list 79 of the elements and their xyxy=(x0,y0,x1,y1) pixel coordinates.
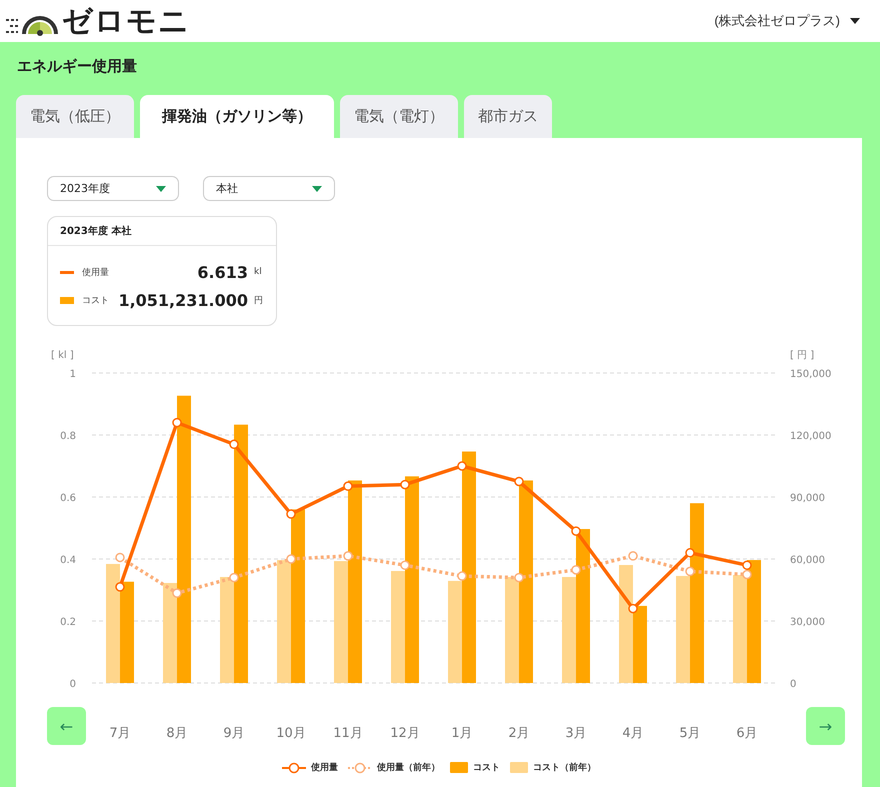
tick-label: 0.2 xyxy=(60,617,76,628)
legend-marker-icon xyxy=(348,762,372,774)
point xyxy=(742,560,752,570)
previous-button[interactable]: ← xyxy=(47,707,86,745)
company-dropdown[interactable]: (株式会社ゼロプラス) xyxy=(714,12,860,30)
month-label: 11月 xyxy=(333,726,363,741)
metric-value: 6.613 xyxy=(197,262,248,282)
legend-marker-icon xyxy=(282,762,306,774)
tick-label: 0.6 xyxy=(60,493,76,504)
tick-label: 0.4 xyxy=(60,555,76,566)
tick-label: 30,000 xyxy=(790,617,825,628)
point xyxy=(628,604,638,614)
unit-label: kl xyxy=(254,267,263,277)
point xyxy=(229,572,239,582)
logo-text: ゼロモニ xyxy=(62,2,190,40)
point xyxy=(172,588,182,598)
point xyxy=(286,554,296,564)
tick-label: 90,000 xyxy=(790,493,825,504)
legend-label: コスト（前年） xyxy=(533,762,596,774)
tick-label: 0.8 xyxy=(60,431,76,442)
tick-label: 0 xyxy=(790,679,796,690)
dropdown[interactable]: 2023年度 xyxy=(47,176,179,201)
point xyxy=(400,560,410,570)
point xyxy=(514,572,524,582)
axis-label: [ 円 ] xyxy=(790,350,814,361)
point xyxy=(457,461,467,471)
point xyxy=(229,440,239,450)
caret-icon xyxy=(312,186,322,192)
unit-label: 円 xyxy=(254,294,264,306)
month-label: 10月 xyxy=(276,726,306,741)
point xyxy=(571,526,581,536)
legend-label: 使用量 xyxy=(311,762,338,774)
tab[interactable]: 都市ガス xyxy=(464,95,552,138)
dropdown[interactable]: 本社 xyxy=(203,176,335,201)
legend-swatch xyxy=(510,762,528,773)
point xyxy=(115,582,125,592)
point xyxy=(172,418,182,428)
tick-label: 0 xyxy=(70,679,76,690)
page-title: エネルギー使用量 xyxy=(16,56,138,77)
axis-label: [ kl ] xyxy=(51,350,74,361)
tab[interactable]: 電気（電灯） xyxy=(340,95,458,138)
point xyxy=(400,480,410,490)
caret-icon xyxy=(156,186,166,192)
tab[interactable]: 電気（低圧） xyxy=(16,95,134,138)
tick-label: 150,000 xyxy=(790,369,832,380)
card-title: 2023年度 本社 xyxy=(48,217,276,246)
point xyxy=(286,509,296,519)
point xyxy=(343,481,353,491)
month-label: 9月 xyxy=(223,726,245,741)
month-label: 8月 xyxy=(166,726,188,741)
legend-swatch xyxy=(450,762,468,773)
legend-label: コスト xyxy=(473,762,500,774)
point xyxy=(115,552,125,562)
metric-label: 使用量 xyxy=(82,266,109,278)
next-button[interactable]: → xyxy=(806,707,845,745)
month-label: 1月 xyxy=(451,726,473,741)
month-label: 2月 xyxy=(508,726,530,741)
month-label: 3月 xyxy=(565,726,587,741)
month-label: 5月 xyxy=(679,726,701,741)
point xyxy=(571,565,581,575)
point xyxy=(343,551,353,561)
metric-value: 1,051,231.000 xyxy=(118,290,248,310)
legend-label: 使用量（前年） xyxy=(377,762,440,774)
point xyxy=(457,571,467,581)
point xyxy=(685,548,695,558)
tick-label: 120,000 xyxy=(790,431,832,442)
month-label: 7月 xyxy=(109,726,131,741)
month-label: 6月 xyxy=(736,726,758,741)
tick-label: 60,000 xyxy=(790,555,825,566)
metric-label: コスト xyxy=(82,294,109,306)
point xyxy=(742,570,752,580)
month-label: 12月 xyxy=(390,726,420,741)
point xyxy=(685,566,695,576)
caret-icon xyxy=(850,18,860,24)
point xyxy=(628,551,638,561)
tab[interactable]: 揮発油（ガソリン等） xyxy=(140,95,334,138)
tick-label: 1 xyxy=(70,369,76,380)
point xyxy=(514,476,524,486)
month-label: 4月 xyxy=(622,726,644,741)
